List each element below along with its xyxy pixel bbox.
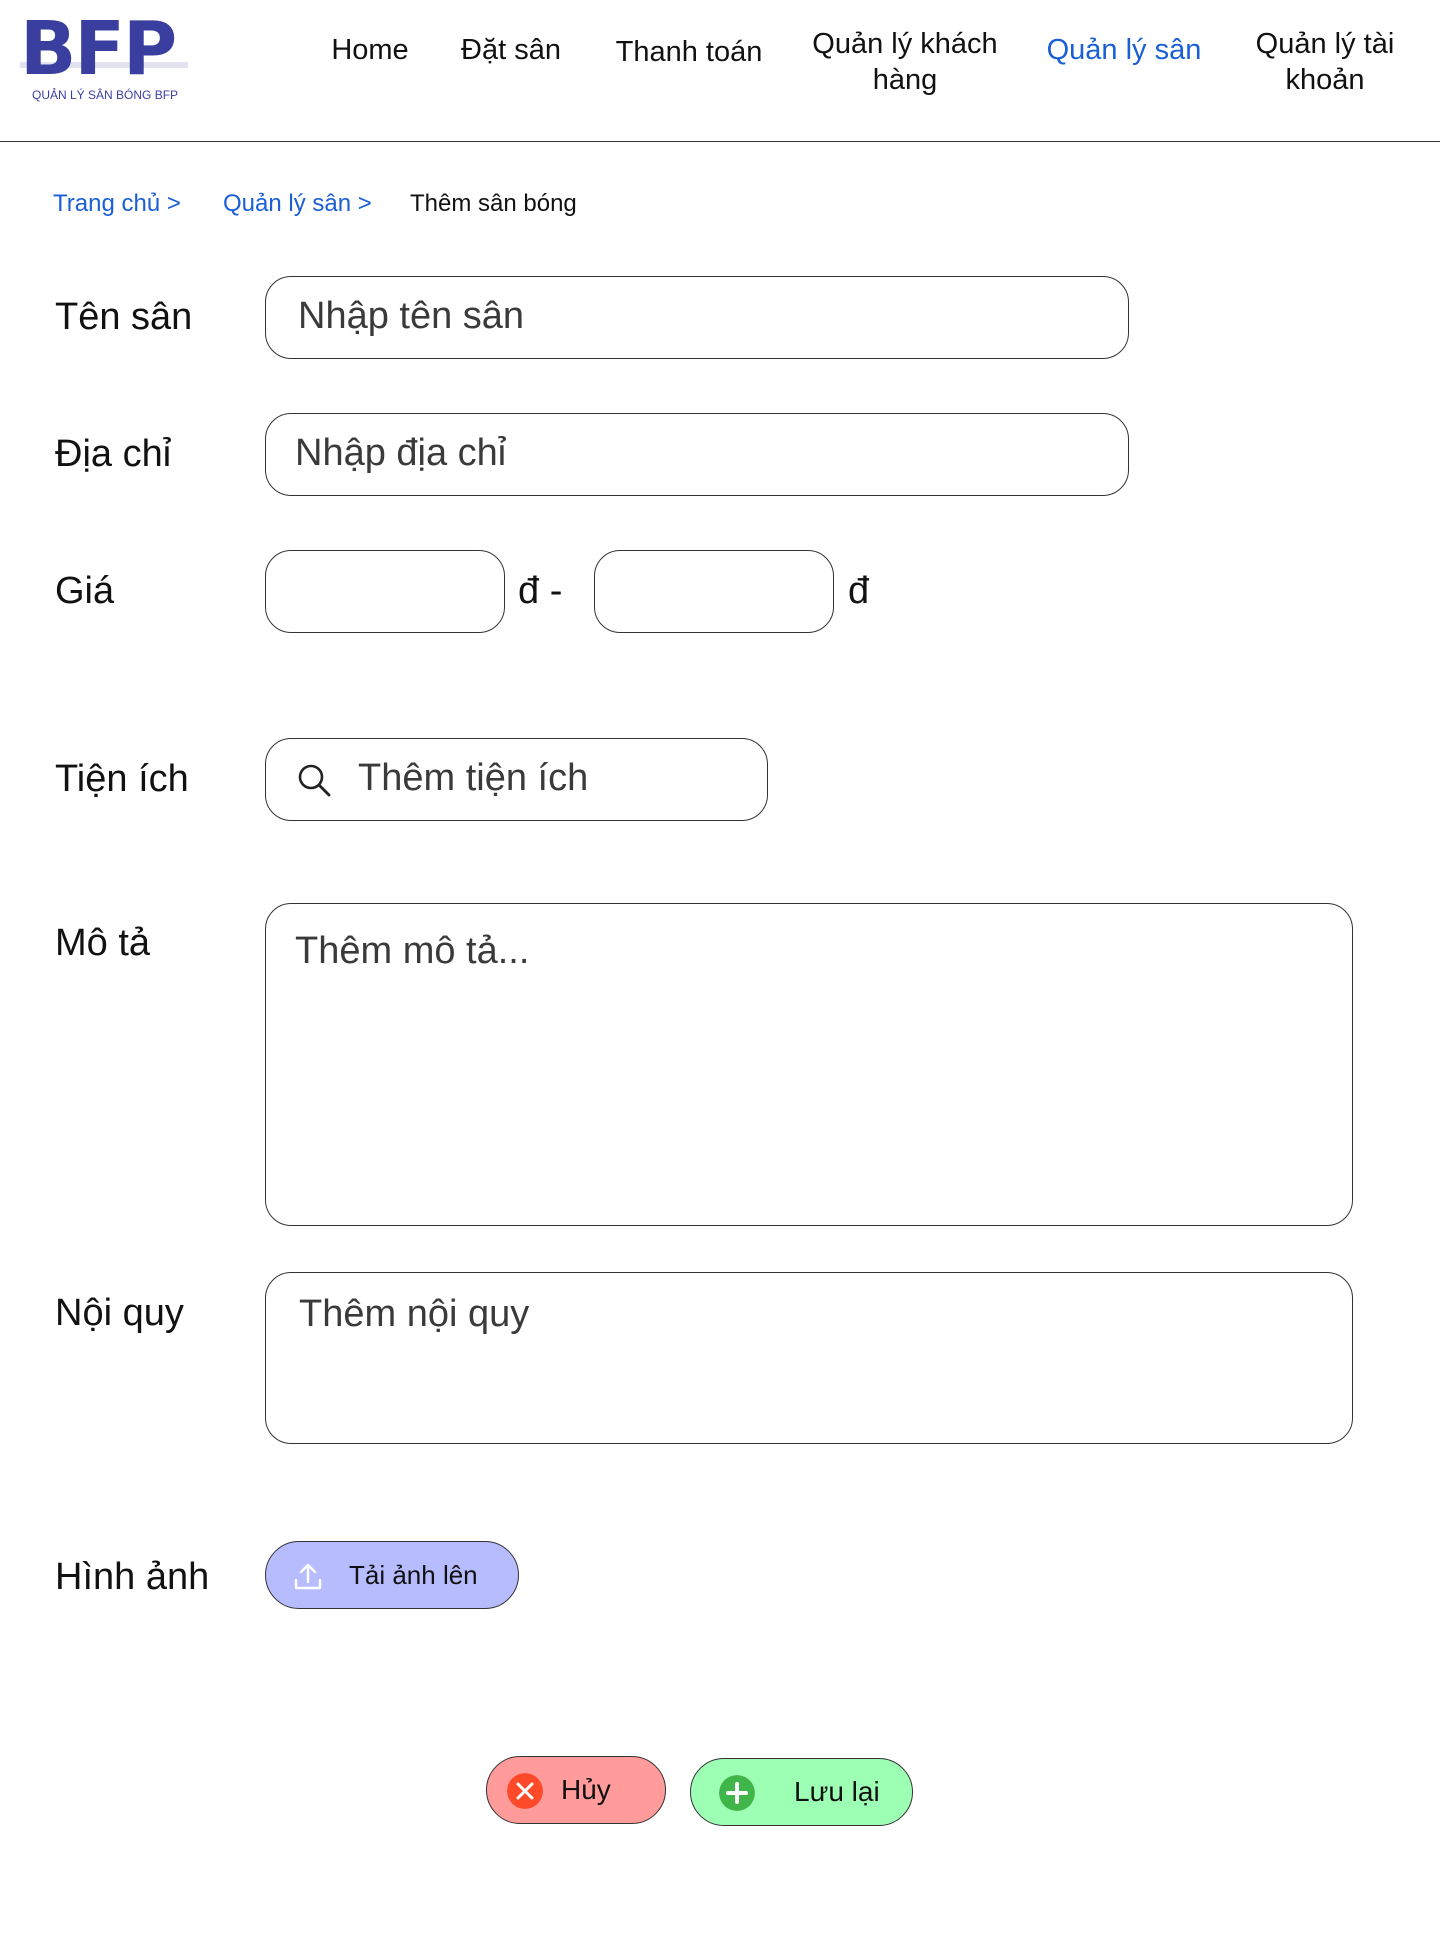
price-label: Giá <box>55 570 115 612</box>
name-placeholder: Nhập tên sân <box>298 295 525 337</box>
cancel-button[interactable]: Hủy <box>486 1756 666 1824</box>
price-max-input[interactable] <box>594 550 834 633</box>
nav-customers-line2: hàng <box>872 64 938 96</box>
price-min-input[interactable] <box>265 550 505 633</box>
address-label: Địa chỉ <box>55 433 172 475</box>
description-placeholder: Thêm mô tả... <box>295 930 530 972</box>
amenities-search-input[interactable]: Thêm tiện ích <box>265 738 768 821</box>
nav-payment[interactable]: Thanh toán <box>604 34 774 70</box>
logo-text: BFP <box>20 6 177 92</box>
rules-textarea[interactable]: Thêm nội quy <box>265 1272 1353 1444</box>
breadcrumb-current: Thêm sân bóng <box>410 190 577 217</box>
rules-placeholder: Thêm nội quy <box>299 1293 530 1335</box>
breadcrumb-fields[interactable]: Quản lý sân > <box>223 190 372 218</box>
close-circle-icon <box>507 1773 543 1809</box>
address-placeholder: Nhập địa chỉ <box>295 432 507 474</box>
description-textarea[interactable]: Thêm mô tả... <box>265 903 1353 1226</box>
address-input[interactable]: Nhập địa chỉ <box>265 413 1129 496</box>
breadcrumb-home[interactable]: Trang chủ > <box>53 190 181 218</box>
nav-accounts[interactable]: Quản lý tài khoản <box>1240 26 1410 98</box>
save-button[interactable]: Lưu lại <box>690 1758 913 1826</box>
images-label: Hình ảnh <box>55 1556 210 1598</box>
nav-home[interactable]: Home <box>300 32 440 68</box>
upload-icon <box>294 1563 322 1590</box>
rules-label: Nội quy <box>55 1292 184 1334</box>
nav-accounts-line2: khoản <box>1285 64 1365 96</box>
upload-label: Tải ảnh lên <box>349 1560 478 1590</box>
nav-customers[interactable]: Quản lý khách hàng <box>796 26 1014 98</box>
cancel-label: Hủy <box>561 1774 611 1805</box>
description-label: Mô tả <box>55 922 151 964</box>
logo-subtitle: QUẢN LÝ SÂN BÓNG BFP <box>32 88 179 102</box>
price-separator: đ - <box>518 570 563 612</box>
name-input[interactable]: Nhập tên sân <box>265 276 1129 359</box>
search-icon <box>298 764 331 797</box>
amenities-placeholder: Thêm tiện ích <box>358 757 589 799</box>
top-header: BFP QUẢN LÝ SÂN BÓNG BFP Home Đặt sân Th… <box>0 0 1440 142</box>
save-label: Lưu lại <box>794 1776 880 1807</box>
amenities-label: Tiện ích <box>55 758 189 800</box>
nav-customers-line1: Quản lý khách <box>812 28 998 60</box>
price-currency: đ <box>848 570 870 612</box>
name-label: Tên sân <box>55 296 193 338</box>
plus-circle-icon <box>719 1775 755 1811</box>
brand-logo[interactable]: BFP QUẢN LÝ SÂN BÓNG BFP <box>20 12 195 107</box>
upload-image-button[interactable]: Tải ảnh lên <box>265 1541 519 1609</box>
nav-fields[interactable]: Quản lý sân <box>1036 32 1212 68</box>
nav-booking[interactable]: Đặt sân <box>450 32 572 68</box>
nav-accounts-line1: Quản lý tài <box>1255 28 1395 60</box>
